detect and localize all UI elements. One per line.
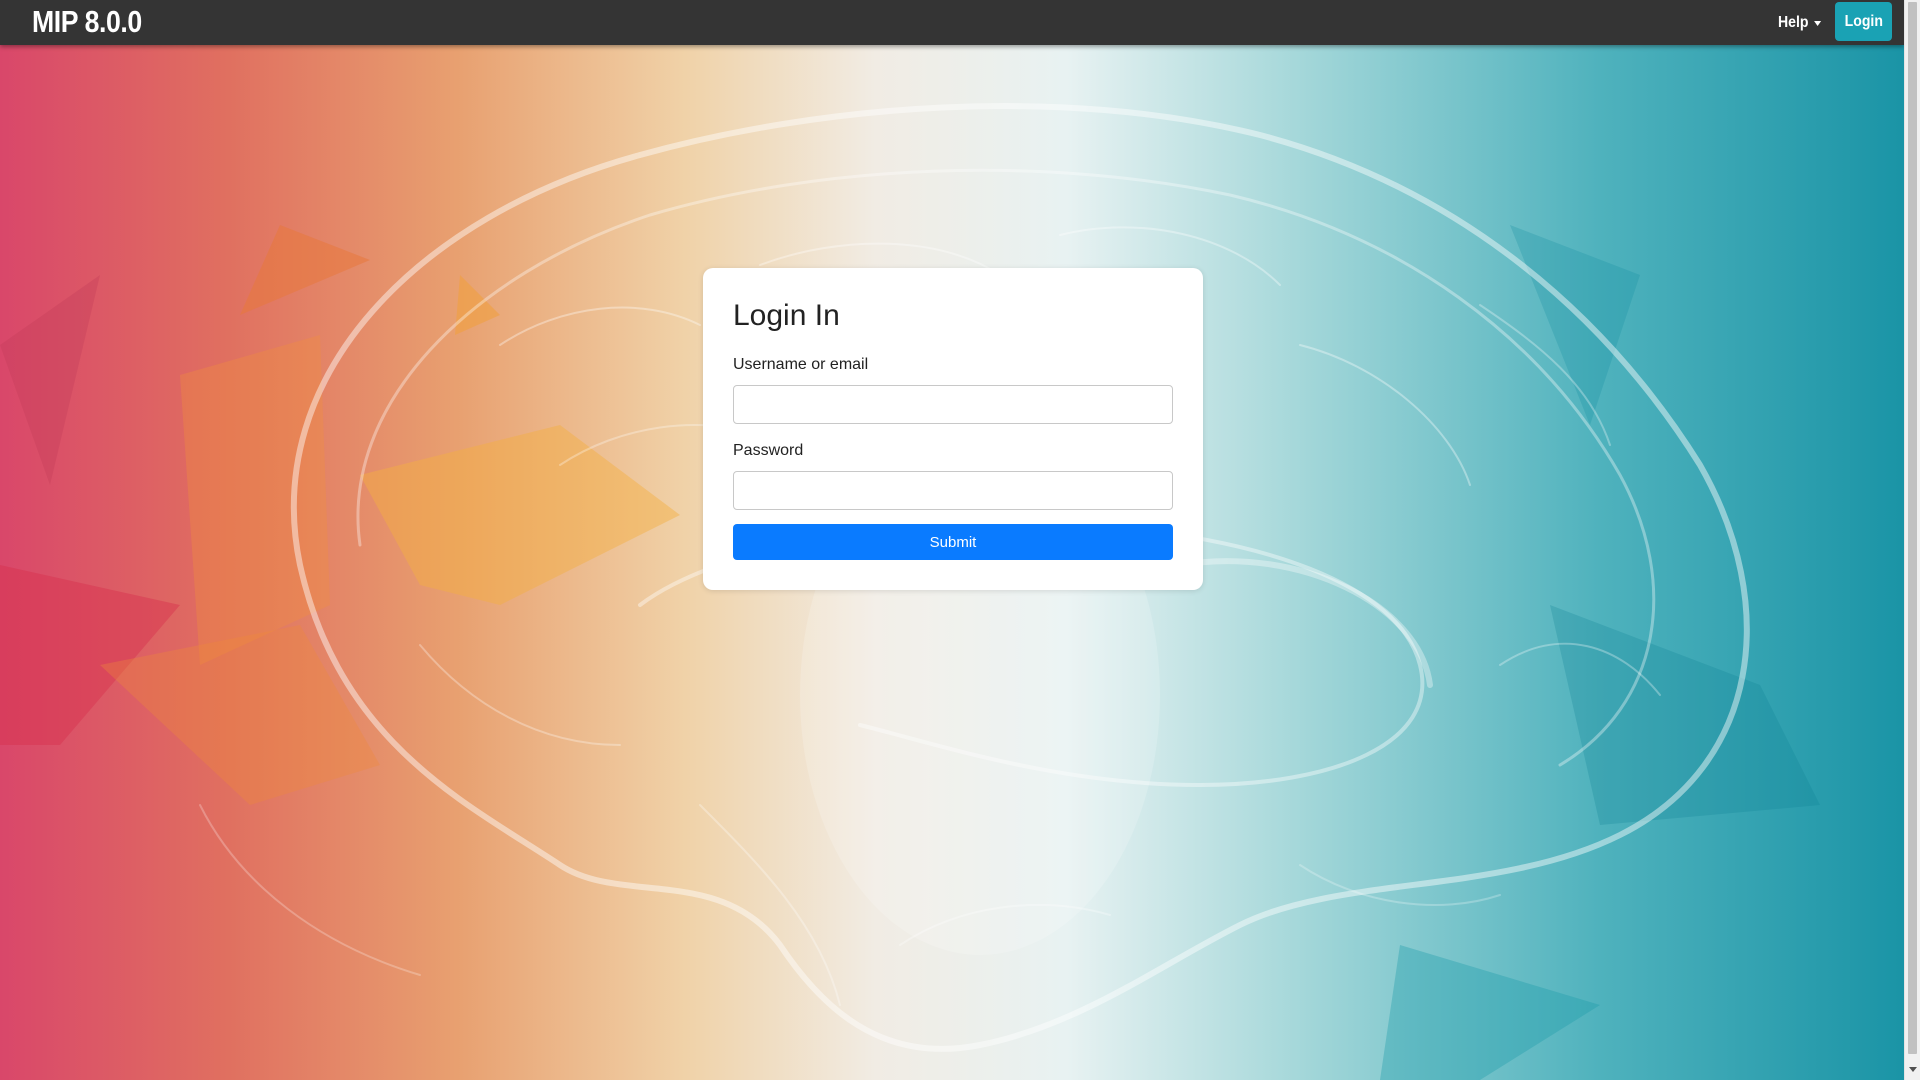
username-label: Username or email	[733, 356, 869, 373]
brand-logo[interactable]: MIP 8.0.0	[32, 2, 142, 42]
submit-button[interactable]: Submit	[733, 524, 1173, 560]
login-title: Login In	[733, 299, 840, 332]
vertical-scrollbar[interactable]	[1904, 0, 1920, 1080]
username-input[interactable]	[733, 385, 1173, 424]
caret-down-icon	[1813, 20, 1821, 26]
scrollbar-thumb[interactable]	[1908, 2, 1917, 1054]
login-nav-button[interactable]: Login	[1835, 2, 1892, 41]
login-card: Login In Username or email Password Subm…	[703, 268, 1203, 590]
top-navbar: MIP 8.0.0 Help Login	[0, 0, 1904, 45]
help-dropdown[interactable]: Help	[1778, 0, 1821, 45]
help-label: Help	[1778, 13, 1809, 31]
password-label: Password	[733, 442, 804, 459]
password-input[interactable]	[733, 471, 1173, 510]
arrow-down-icon[interactable]	[1909, 1067, 1917, 1072]
login-nav-label: Login	[1844, 12, 1883, 30]
